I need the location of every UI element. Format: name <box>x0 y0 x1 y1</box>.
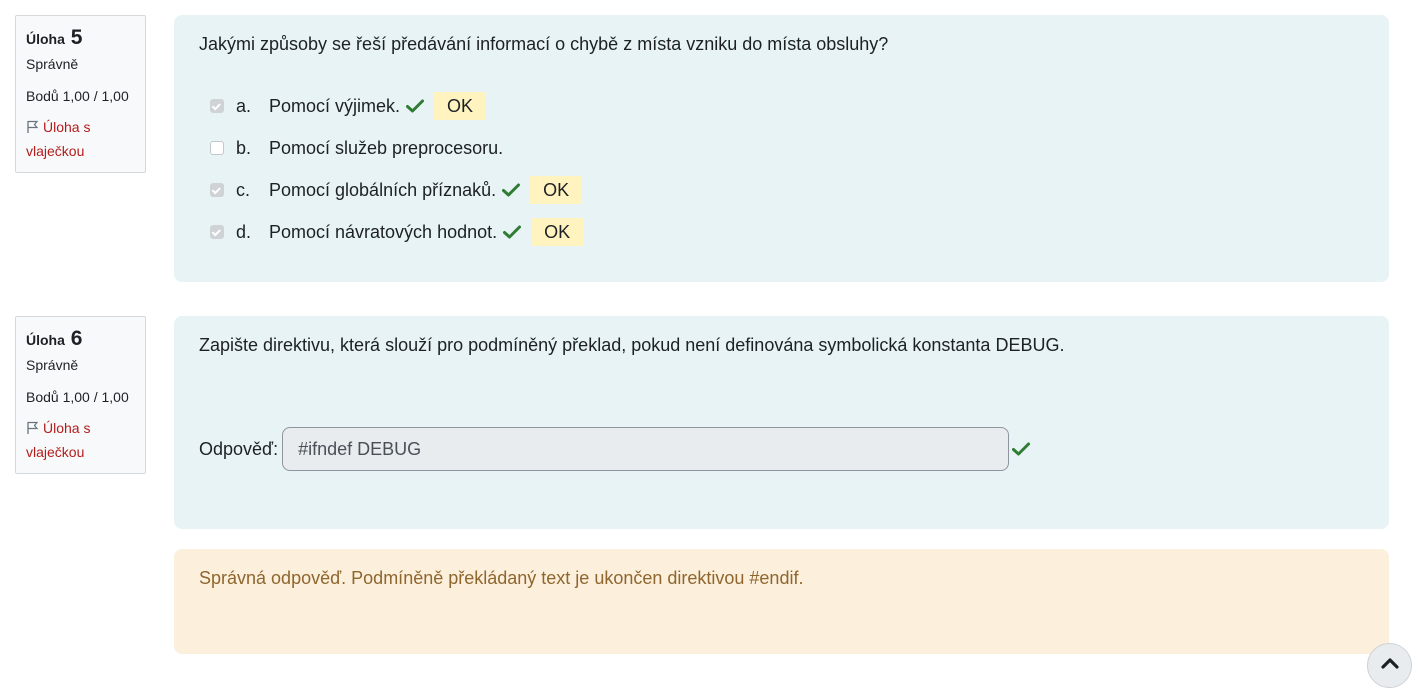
answer-letter: b. <box>236 137 252 158</box>
answer-letter: d. <box>236 221 252 242</box>
answer-option-d: d. Pomocí návratových hodnot. OK <box>199 211 1364 253</box>
answer-text: Pomocí návratových hodnot. <box>269 221 498 242</box>
question-state: Správně <box>26 357 79 373</box>
question-text: Jakými způsoby se řeší předávání informa… <box>199 34 889 54</box>
question-grade: Bodů 1,00 / 1,00 <box>26 88 129 104</box>
answer-option-b: b. Pomocí služeb preprocesoru. <box>199 127 1364 169</box>
question-number: Úloha 5 <box>26 26 135 52</box>
answer-checkbox[interactable] <box>210 225 224 239</box>
question-grade: Bodů 1,00 / 1,00 <box>26 389 129 405</box>
answer-text: Pomocí služeb preprocesoru. <box>269 137 504 158</box>
answer-text: Pomocí globálních příznaků. <box>269 179 497 200</box>
check-icon <box>502 183 521 197</box>
question-label: Úloha <box>26 31 65 47</box>
answer-checkbox[interactable] <box>210 141 224 155</box>
question-info: Úloha 6 Správně Bodů 1,00 / 1,00 Úloha s… <box>15 316 146 474</box>
chevron-up-icon <box>1380 656 1399 674</box>
check-icon <box>503 225 522 239</box>
flag-question-link[interactable]: Úloha s vlaječkou <box>26 417 135 463</box>
answer-option-c: c. Pomocí globálních příznaků. OK <box>199 169 1364 211</box>
answer-feedback-badge: OK <box>531 218 584 246</box>
answer-line: Odpověď: #ifndef DEBUG <box>199 427 1364 471</box>
question-content: Zapište direktivu, která slouží pro podm… <box>174 316 1389 529</box>
check-icon <box>406 99 425 113</box>
answer-feedback-badge: OK <box>434 92 487 120</box>
answer-feedback-badge: OK <box>530 176 583 204</box>
answer-text: Pomocí výjimek. <box>269 95 401 116</box>
question-content: Jakými způsoby se řeší předávání informa… <box>174 15 1389 282</box>
question-text: Zapište direktivu, která slouží pro podm… <box>199 335 1065 355</box>
answer-label: Odpověď: <box>199 438 279 459</box>
general-feedback: Správná odpověď. Podmíněně překládaný te… <box>174 549 1389 654</box>
answer-letter: c. <box>236 179 251 200</box>
question-info: Úloha 5 Správně Bodů 1,00 / 1,00 Úloha s… <box>15 15 146 173</box>
scroll-to-top-button[interactable] <box>1367 643 1412 688</box>
question-number: Úloha 6 <box>26 327 135 353</box>
flag-icon <box>26 419 39 441</box>
question-label: Úloha <box>26 332 65 348</box>
answer-input[interactable]: #ifndef DEBUG <box>282 427 1010 471</box>
answer-list: a. Pomocí výjimek. OK b. Pomocí služeb p… <box>199 85 1364 253</box>
answer-checkbox[interactable] <box>210 183 224 197</box>
question-state: Správně <box>26 56 79 72</box>
answer-option-a: a. Pomocí výjimek. OK <box>199 85 1364 127</box>
flag-icon <box>26 118 39 140</box>
question-number-value: 5 <box>70 26 83 49</box>
flag-question-link[interactable]: Úloha s vlaječkou <box>26 116 135 162</box>
answer-letter: a. <box>236 95 252 116</box>
check-icon <box>1012 442 1031 456</box>
answer-checkbox[interactable] <box>210 99 224 113</box>
question-number-value: 6 <box>70 327 83 350</box>
